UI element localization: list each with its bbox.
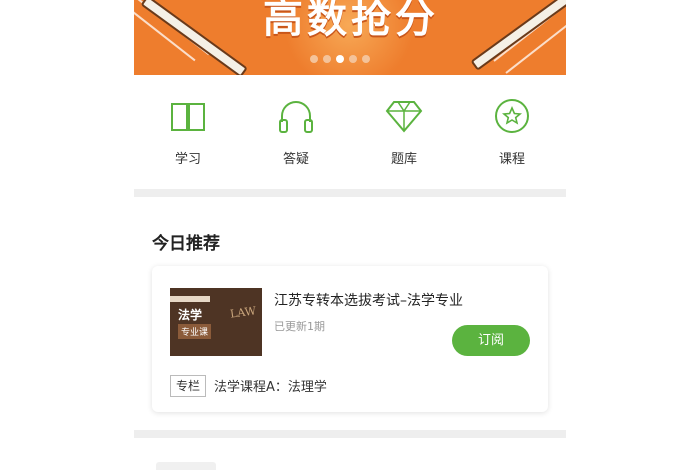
nav-label: 学习 <box>174 152 201 167</box>
carousel-dot[interactable] <box>349 55 357 63</box>
carousel-dot[interactable] <box>310 55 318 63</box>
carousel-dot-active[interactable] <box>336 55 344 63</box>
headphones-icon <box>279 101 313 133</box>
course-title[interactable]: 江苏专转本选拔考试–法学专业 <box>274 290 463 310</box>
nav-item-courses[interactable]: 课程 <box>472 88 552 178</box>
app-screen: 高数抢分 学习 答疑 题库 课程 今日推荐 法学 专业课 LAW 江苏专转本选拔… <box>134 0 566 470</box>
subscribe-button[interactable]: 订阅 <box>452 325 530 356</box>
course-subtitle: 法学课程A：法理学 <box>214 380 327 395</box>
carousel-dot[interactable] <box>362 55 370 63</box>
banner-carousel[interactable]: 高数抢分 <box>134 0 566 75</box>
course-card[interactable]: 法学 专业课 LAW 江苏专转本选拔考试–法学专业 已更新1期 订阅 专栏 法学… <box>152 266 548 412</box>
quick-nav: 学习 答疑 题库 课程 <box>134 88 566 178</box>
book-icon <box>171 103 205 131</box>
section-divider <box>134 430 566 438</box>
thumbnail-subtitle: 专业课 <box>178 324 212 339</box>
section-divider <box>134 189 566 197</box>
nav-item-question-bank[interactable]: 题库 <box>364 88 444 178</box>
column-tag: 专栏 <box>170 375 207 397</box>
nav-item-study[interactable]: 学习 <box>148 88 228 178</box>
section-title: 今日推荐 <box>152 234 220 254</box>
nav-label: 题库 <box>390 152 417 167</box>
nav-label: 课程 <box>498 152 525 167</box>
course-update-status: 已更新1期 <box>274 320 325 333</box>
nav-label: 答疑 <box>282 152 309 167</box>
carousel-dots <box>310 55 370 63</box>
thumbnail-watermark: LAW <box>229 304 257 321</box>
thumbnail-bar <box>170 296 210 302</box>
banner-title: 高数抢分 <box>263 0 439 42</box>
nav-item-qa[interactable]: 答疑 <box>256 88 336 178</box>
pencil-illustration <box>140 0 248 75</box>
next-section-peek <box>156 462 216 470</box>
star-circle-icon <box>495 99 529 133</box>
diamond-icon <box>385 101 423 133</box>
course-thumbnail[interactable]: 法学 专业课 LAW <box>170 288 262 356</box>
carousel-dot[interactable] <box>323 55 331 63</box>
thumbnail-title: 法学 <box>178 308 203 322</box>
